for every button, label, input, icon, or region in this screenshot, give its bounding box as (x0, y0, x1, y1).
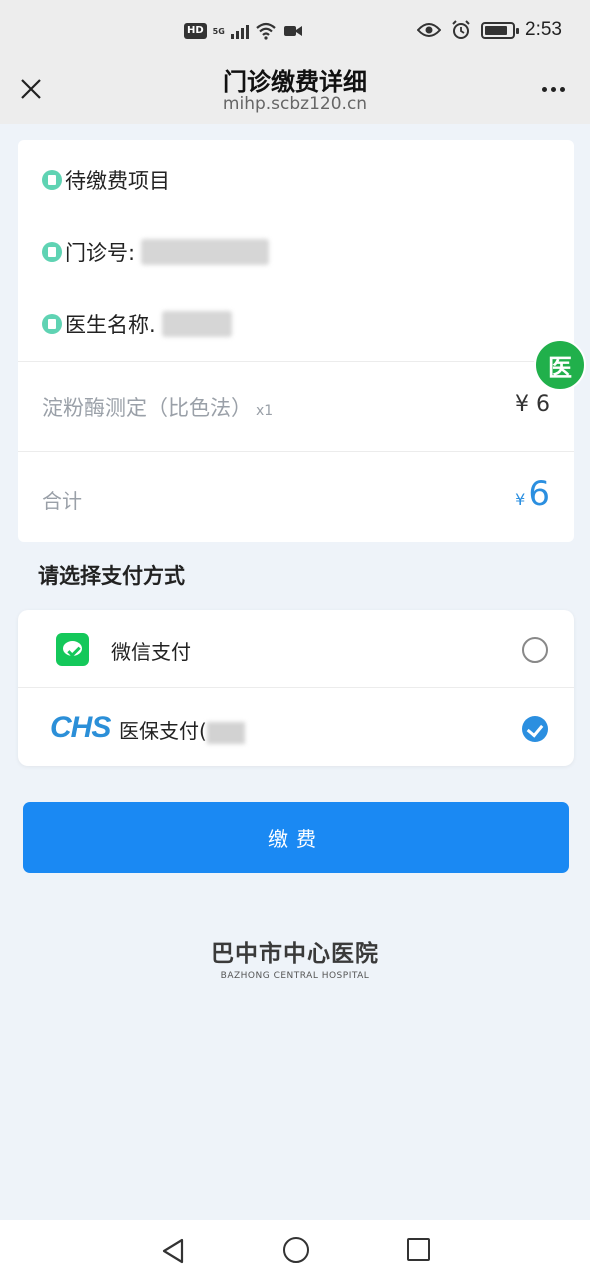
total-value: 6 (528, 474, 550, 514)
page-url: mihp.scbz120.cn (222, 94, 368, 114)
divider (18, 451, 574, 452)
doctor-name-row: 医生名称. (42, 309, 232, 339)
payment-option-wechat[interactable]: 微信支付 (18, 610, 574, 688)
title-bar: 门诊缴费详细 mihp.scbz120.cn (0, 60, 590, 124)
hospital-name-cn: 巴中市中心医院 (211, 941, 379, 967)
medical-float-button[interactable]: 医 (534, 339, 586, 391)
eye-icon (417, 23, 442, 37)
fee-item-qty: x1 (256, 403, 274, 419)
total-label: 合计 (42, 489, 82, 513)
payment-detail-card: 待缴费项目 门诊号: 医生名称. 淀粉酶测定（比色法） x1 ¥ 6 合计 ¥ 6 (18, 140, 574, 542)
status-time: 2:53 (525, 19, 562, 40)
document-icon (42, 242, 62, 262)
more-button[interactable] (536, 74, 570, 104)
payment-method-title: 请选择支付方式 (38, 564, 185, 588)
redacted-doctor-name (161, 311, 232, 337)
total-amount: ¥ 6 (515, 474, 550, 514)
chs-logo-icon: CHS (50, 711, 111, 744)
recent-apps-icon[interactable] (407, 1238, 430, 1261)
signal-icon (230, 23, 249, 39)
hd-icon: HD (184, 23, 207, 39)
home-icon[interactable] (283, 1237, 309, 1263)
status-icons-left: HD 5G (184, 20, 303, 42)
clinic-number-row: 门诊号: (42, 237, 270, 267)
status-bar: HD 5G 2:53 (0, 0, 590, 60)
wifi-icon (256, 22, 276, 40)
more-icon (541, 86, 547, 92)
hospital-name-en: BAZHONG CENTRAL HOSPITAL (220, 971, 370, 981)
pay-button[interactable]: 缴费 (23, 802, 569, 873)
divider (18, 361, 574, 362)
medical-insurance-radio[interactable] (522, 716, 548, 742)
payment-option-label: 微信支付 (111, 640, 191, 664)
redacted-insurance-detail (206, 721, 245, 744)
fee-item-price: ¥ 6 (515, 392, 550, 417)
camera-icon (283, 26, 302, 36)
status-icons-right: 2:53 (417, 18, 562, 42)
page-title: 门诊缴费详细 (223, 68, 367, 96)
fee-item-name: 淀粉酶测定（比色法） (42, 396, 252, 420)
fee-item: 淀粉酶测定（比色法） x1 (42, 392, 273, 422)
battery-icon (481, 21, 520, 39)
wechat-radio[interactable] (522, 637, 548, 663)
alarm-icon (452, 20, 470, 39)
document-icon (42, 314, 62, 334)
payment-option-medical-insurance[interactable]: CHS 医保支付( (18, 689, 574, 767)
payment-option-label: 医保支付( (119, 715, 245, 744)
system-nav-bar (0, 1220, 590, 1280)
total-currency: ¥ (515, 490, 526, 509)
clinic-number-label: 门诊号: (65, 241, 136, 265)
back-icon[interactable] (158, 1236, 188, 1266)
wechat-pay-icon (56, 633, 89, 666)
payment-method-card: 微信支付 CHS 医保支付( (18, 610, 574, 766)
pending-items-title: 待缴费项目 (65, 169, 170, 193)
doctor-name-label: 医生名称. (65, 313, 156, 337)
redacted-clinic-number (141, 239, 270, 265)
hospital-logo: 巴中市中心医院 BAZHONG CENTRAL HOSPITAL (0, 934, 590, 981)
document-icon (42, 170, 62, 190)
network-type: 5G (212, 26, 225, 36)
pending-items-row: 待缴费项目 (42, 165, 170, 195)
